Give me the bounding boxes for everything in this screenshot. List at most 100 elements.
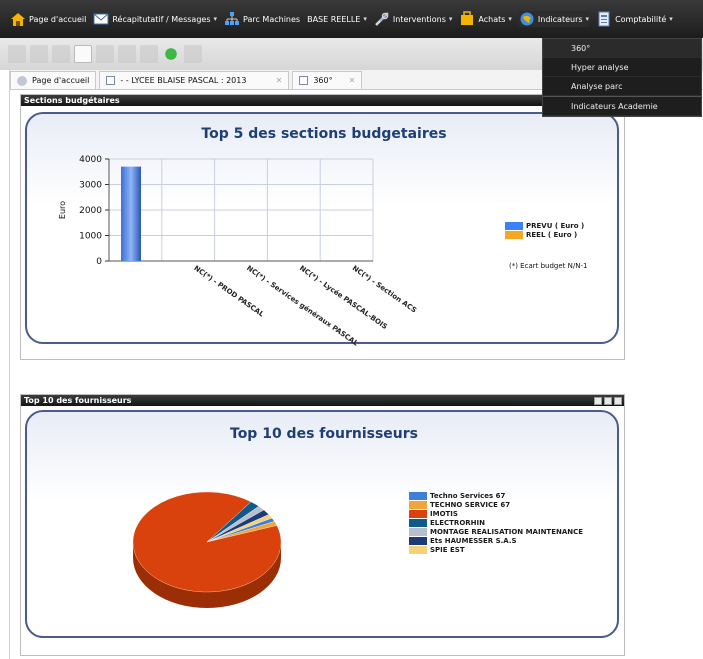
y-tick-label: 3000 xyxy=(79,181,102,191)
panel-header: Sections budgétaires xyxy=(21,95,624,106)
legend-swatch xyxy=(409,510,427,518)
dropdown-item-indicateurs-academie[interactable]: Indicateurs Academie xyxy=(543,97,701,116)
tab-home[interactable]: Page d'accueil xyxy=(10,71,97,89)
menu-achats-label: Achats xyxy=(478,14,506,24)
menu-indicateurs-label: Indicateurs xyxy=(537,14,583,24)
legend-item: MONTAGE REALISATION MAINTENANCE xyxy=(409,528,583,536)
legend-item: REEL ( Euro ) xyxy=(505,231,584,239)
bar-legend: PREVU ( Euro ) REEL ( Euro ) xyxy=(505,222,584,240)
new-document-icon[interactable] xyxy=(74,45,92,63)
tools-icon xyxy=(374,11,390,27)
globe-icon xyxy=(519,11,535,27)
menu-comptabilite-label: Comptabilité xyxy=(615,14,667,24)
y-axis-label: Euro xyxy=(58,201,67,219)
mail-icon xyxy=(93,11,109,27)
maximize-icon[interactable] xyxy=(604,396,612,405)
legend-item: Techno Services 67 xyxy=(409,492,583,500)
dropdown-item-360[interactable]: 360° xyxy=(543,39,701,58)
home-icon xyxy=(10,11,26,27)
sync-icon[interactable] xyxy=(162,45,180,63)
legend-swatch xyxy=(409,546,427,554)
legend-swatch xyxy=(409,519,427,527)
tab-checkbox[interactable] xyxy=(106,76,116,85)
refresh-icon[interactable] xyxy=(8,45,26,63)
dropdown-item-hyper-analyse[interactable]: Hyper analyse xyxy=(543,58,701,77)
menu-comptabilite[interactable]: Comptabilité ▾ xyxy=(596,11,673,27)
left-border xyxy=(9,70,10,659)
menu-indicateurs[interactable]: Indicateurs ▾ xyxy=(518,11,590,27)
panel-controls xyxy=(594,395,624,406)
dropdown-item-analyse-parc[interactable]: Analyse parc xyxy=(543,77,701,96)
menu-parc-machines-label: Parc Machines xyxy=(243,14,301,24)
cart-icon xyxy=(459,11,475,27)
legend-item: PREVU ( Euro ) xyxy=(505,222,584,230)
legend-label: MONTAGE REALISATION MAINTENANCE xyxy=(430,528,584,536)
menu-messages-label: Récapitutatif / Messages xyxy=(112,14,211,24)
menu-base-reelle-label: BASE REELLE xyxy=(307,14,361,24)
chevron-down-icon: ▾ xyxy=(508,15,512,23)
legend-item: IMOTIS xyxy=(409,510,583,518)
home-tab-icon xyxy=(17,75,27,86)
tab-360[interactable]: 360° ✕ xyxy=(292,71,363,89)
chevron-down-icon: ▾ xyxy=(213,15,217,23)
pie-chart-frame: Top 10 des fournisseurs Techno Services … xyxy=(25,410,619,638)
ledger-icon xyxy=(596,11,612,27)
legend-label: Techno Services 67 xyxy=(430,492,506,500)
legend-swatch xyxy=(409,528,427,536)
legend-item: Ets HAUMESSER S.A.S xyxy=(409,537,583,545)
chevron-down-icon: ▾ xyxy=(448,15,453,23)
menu-interventions-label: Interventions xyxy=(392,14,446,24)
legend-swatch xyxy=(409,537,427,545)
legend-item: SPIE EST xyxy=(409,546,583,554)
chevron-down-icon: ▾ xyxy=(585,15,590,23)
menu-interventions[interactable]: Interventions ▾ xyxy=(374,11,453,27)
legend-label: TECHNO SERVICE 67 xyxy=(430,501,511,509)
x-tick-label: NC(*) - Services généraux PASCAL xyxy=(245,264,360,346)
menu-home[interactable]: Page d'accueil xyxy=(10,11,86,27)
search-icon[interactable] xyxy=(140,45,158,63)
tab-checkbox[interactable] xyxy=(299,76,309,85)
legend-label: Ets HAUMESSER S.A.S xyxy=(430,537,517,545)
panel-title: Top 10 des fournisseurs xyxy=(24,396,132,405)
chart-note: (*) Ecart budget N/N-1 xyxy=(509,262,588,270)
legend-label: SPIE EST xyxy=(430,546,465,554)
panel-header: Top 10 des fournisseurs xyxy=(21,395,624,406)
tab-360-label: 360° xyxy=(313,76,333,85)
panel-sections-budgetaires: Sections budgétaires Top 5 des sections … xyxy=(20,94,625,360)
close-icon[interactable]: ✕ xyxy=(276,76,283,85)
undo-icon[interactable] xyxy=(96,45,114,63)
network-icon xyxy=(224,11,240,27)
chevron-down-icon: ▾ xyxy=(669,15,673,23)
bar xyxy=(121,166,141,261)
print-icon[interactable] xyxy=(52,45,70,63)
legend-item: ELECTRORHIN xyxy=(409,519,583,527)
legend-label: ELECTRORHIN xyxy=(430,519,485,527)
legend-label: PREVU ( Euro ) xyxy=(526,222,585,230)
y-tick-label: 1000 xyxy=(79,232,102,242)
panel-top-fournisseurs: Top 10 des fournisseurs Top 10 des fourn… xyxy=(20,394,625,656)
y-tick-label: 4000 xyxy=(79,155,102,165)
x-tick-label: NC(*) - Lycée PASCAL-BOIS xyxy=(298,264,389,331)
bar-chart-frame: Top 5 des sections budgetaires 0 1000 2000… xyxy=(25,112,619,346)
close-icon[interactable]: ✕ xyxy=(349,76,356,85)
pie-legend: Techno Services 67 TECHNO SERVICE 67 IMOTI… xyxy=(409,492,583,555)
panel-title: Sections budgétaires xyxy=(24,96,120,105)
delete-icon[interactable] xyxy=(118,45,136,63)
legend-swatch xyxy=(505,231,523,239)
export-icon[interactable] xyxy=(184,45,202,63)
collapse-icon[interactable] xyxy=(594,396,602,405)
menu-home-label: Page d'accueil xyxy=(29,14,87,24)
menu-achats[interactable]: Achats ▾ xyxy=(459,11,512,27)
menu-base-reelle[interactable]: BASE REELLE ▾ xyxy=(307,15,367,24)
legend-item: TECHNO SERVICE 67 xyxy=(409,501,583,509)
tab-lycee-label: - - LYCEE BLAISE PASCAL : 2013 xyxy=(120,76,247,85)
tab-lycee[interactable]: - - LYCEE BLAISE PASCAL : 2013 ✕ xyxy=(99,71,290,89)
save-icon[interactable] xyxy=(30,45,48,63)
menu-messages[interactable]: Récapitutatif / Messages ▾ xyxy=(93,11,217,27)
close-icon[interactable] xyxy=(614,396,622,405)
menu-parc-machines[interactable]: Parc Machines xyxy=(224,11,300,27)
tab-home-label: Page d'accueil xyxy=(32,76,90,85)
y-tick-label: 2000 xyxy=(79,206,102,216)
legend-swatch xyxy=(409,501,427,509)
chevron-down-icon: ▾ xyxy=(363,15,367,23)
